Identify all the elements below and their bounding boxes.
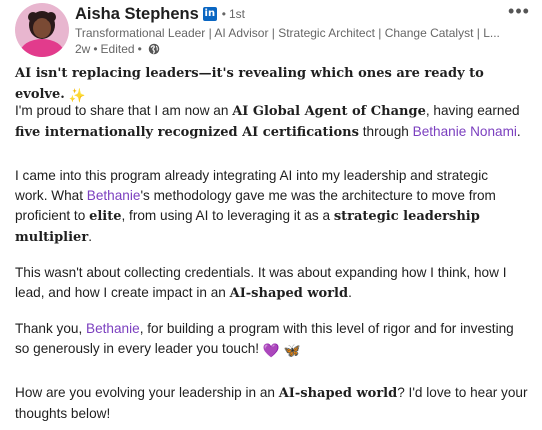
post-text-bold: AI-shaped world xyxy=(229,286,349,301)
post-paragraph: How are you evolving your leadership in … xyxy=(15,383,528,424)
avatar-image xyxy=(15,3,69,57)
post-text: I came into this program already integra… xyxy=(15,168,489,183)
post-text: . xyxy=(88,229,92,244)
post-text: . xyxy=(348,285,352,300)
post-text: , from using AI to leveraging it as a xyxy=(121,208,334,223)
mention-link[interactable]: Bethanie xyxy=(87,188,141,203)
separator-dot: • xyxy=(221,7,226,21)
edited-label: Edited xyxy=(100,42,135,56)
post-text: proficient to xyxy=(15,208,90,223)
name-row: Aisha Stephens in • 1st xyxy=(75,3,502,25)
post-text-bold: five internationally recognized AI certi… xyxy=(15,125,359,140)
butterfly-icon: 🦋 xyxy=(283,343,301,358)
author-headline: Transformational Leader | AI Advisor | S… xyxy=(75,26,500,40)
post-text: work. What xyxy=(15,188,87,203)
post-text: 's methodology gave me was the architect… xyxy=(140,188,496,203)
post-text-bold: AI-shaped world xyxy=(278,386,398,401)
post-paragraph: This wasn't about collecting credentials… xyxy=(15,263,507,304)
post-text-bold: elite xyxy=(89,209,122,224)
post-paragraph: AI isn't replacing leaders—it's revealin… xyxy=(15,63,537,106)
post-meta: 2w • Edited • xyxy=(75,41,502,57)
post-time[interactable]: 2w xyxy=(75,41,90,57)
post-text: . xyxy=(516,124,521,139)
post-text: thoughts below! xyxy=(15,406,111,421)
more-options-button[interactable]: ••• xyxy=(506,2,532,22)
post-paragraph: Thank you, Bethanie, for building a prog… xyxy=(15,319,514,361)
post-text: Thank you, xyxy=(15,321,87,336)
post-text: ? I'd love to hear your xyxy=(397,385,528,400)
post-text: through xyxy=(358,124,413,139)
post-paragraph: I'm proud to share that I am now an AI G… xyxy=(15,101,521,143)
post-text: , for building a program with this level… xyxy=(139,321,514,336)
post-paragraph: I came into this program already integra… xyxy=(15,166,496,248)
avatar[interactable] xyxy=(15,3,69,57)
post-text-bold: AI Global Agent of Change xyxy=(232,104,426,119)
post-text: , having earned xyxy=(425,103,520,118)
purple-heart-icon: 💜 xyxy=(262,343,280,358)
globe-icon xyxy=(148,43,160,55)
mention-link[interactable]: Bethanie xyxy=(86,321,140,336)
post-text: How are you evolving your leadership in … xyxy=(15,385,279,400)
separator-dot: • xyxy=(137,42,142,56)
post-header: Aisha Stephens in • 1st Transformational… xyxy=(15,2,542,57)
post-text: This wasn't about collecting credentials… xyxy=(15,265,507,280)
author-info: Aisha Stephens in • 1st Transformational… xyxy=(75,3,502,57)
post-text: so generously in every leader you touch! xyxy=(15,341,263,356)
linkedin-post: Aisha Stephens in • 1st Transformational… xyxy=(0,0,542,430)
post-text-bold: multiplier xyxy=(15,230,89,245)
mention-link[interactable]: Bethanie Nonami xyxy=(413,124,517,139)
post-text: lead, and how I create impact in an xyxy=(15,285,230,300)
author-name[interactable]: Aisha Stephens xyxy=(75,5,199,24)
connection-degree: 1st xyxy=(229,7,246,21)
linkedin-icon: in xyxy=(202,7,217,21)
post-text-bold: strategic leadership xyxy=(333,209,480,224)
post-text: I'm proud to share that I am now an xyxy=(15,103,233,118)
separator-dot: • xyxy=(93,42,98,56)
